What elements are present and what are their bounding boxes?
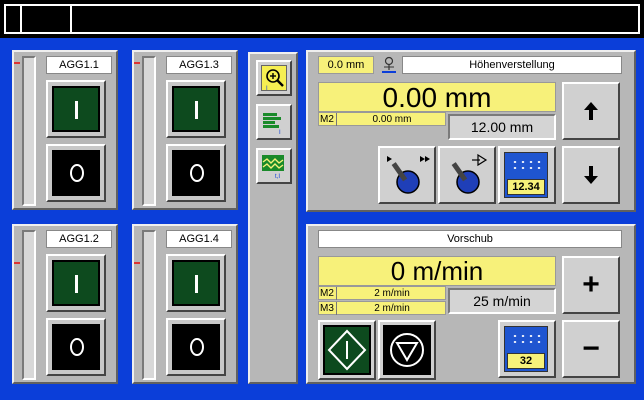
stop-icon <box>383 325 431 375</box>
off-button[interactable] <box>46 318 106 376</box>
minus-icon: − <box>582 332 600 365</box>
svg-text:I: I <box>279 130 281 135</box>
level-strip <box>22 230 36 380</box>
height-small-value: 0.0 mm <box>318 56 374 74</box>
trend-button[interactable]: t,I <box>256 148 292 184</box>
off-button[interactable] <box>166 144 226 202</box>
level-strip <box>142 230 156 380</box>
keypad-number: 32 <box>507 353 545 369</box>
level-marker <box>134 62 140 64</box>
m2-value: 0.00 mm <box>372 114 412 125</box>
m3-tag: M3 <box>319 302 337 315</box>
feed-panel: Vorschub 0 m/min M2 2 m/min M3 2 m/min 2… <box>306 224 636 384</box>
on-symbol-icon <box>195 101 198 119</box>
level-sensor-icon <box>378 55 400 75</box>
feed-main-value: 0 m/min <box>318 256 556 286</box>
m2-tag: M2 <box>319 287 337 300</box>
agg-card-1-3: AGG1.3 <box>132 50 238 210</box>
off-button[interactable] <box>46 144 106 202</box>
level-marker <box>14 62 20 64</box>
down-button[interactable] <box>562 146 620 204</box>
m3-value: 2 m/min <box>374 303 410 314</box>
plus-icon: + <box>582 268 600 301</box>
svg-text:t,I: t,I <box>275 174 280 179</box>
agg-label: AGG1.4 <box>166 230 232 248</box>
height-main-value: 0.00 mm <box>318 82 556 112</box>
list-button[interactable]: I <box>256 104 292 140</box>
feed-stop-button[interactable] <box>378 320 436 380</box>
keypad-number: 12.34 <box>507 179 545 195</box>
minus-button[interactable]: − <box>562 320 620 378</box>
feed-panel-title: Vorschub <box>318 230 622 248</box>
off-symbol-icon <box>190 164 204 182</box>
plus-button[interactable]: + <box>562 256 620 314</box>
off-symbol-icon <box>190 338 204 356</box>
key-switch-fast-icon <box>380 148 434 202</box>
feed-keypad-button[interactable]: 32 <box>498 320 556 378</box>
title-cell <box>20 4 72 34</box>
height-panel-title: Höhenverstellung <box>402 56 622 74</box>
on-button[interactable] <box>166 80 226 138</box>
start-icon <box>323 325 371 375</box>
title-frame <box>4 4 640 34</box>
on-symbol-icon <box>195 275 198 293</box>
svg-text:I: I <box>266 86 268 92</box>
feed-setpoint[interactable]: 25 m/min <box>448 288 556 314</box>
tool-column: I I t,I <box>248 52 298 384</box>
on-symbol-icon <box>75 275 78 293</box>
position-move-button[interactable] <box>438 146 496 204</box>
height-m2-line: M2 0.00 mm <box>318 112 446 126</box>
keypad-icon: 12.34 <box>504 152 548 198</box>
agg-label: AGG1.3 <box>166 56 232 74</box>
off-symbol-icon <box>70 164 84 182</box>
height-keypad-button[interactable]: 12.34 <box>498 146 556 204</box>
feed-start-button[interactable] <box>318 320 376 380</box>
keypad-icon: 32 <box>504 326 548 372</box>
level-marker <box>134 262 140 264</box>
height-setpoint[interactable]: 12.00 mm <box>448 114 556 140</box>
arrow-up-icon <box>564 84 618 138</box>
agg-card-1-1: AGG1.1 <box>12 50 118 210</box>
agg-label: AGG1.2 <box>46 230 112 248</box>
fast-move-button[interactable] <box>378 146 436 204</box>
off-button[interactable] <box>166 318 226 376</box>
off-symbol-icon <box>70 338 84 356</box>
on-symbol-icon <box>75 101 78 119</box>
agg-card-1-4: AGG1.4 <box>132 224 238 384</box>
m2-value: 2 m/min <box>374 288 410 299</box>
height-adjust-panel: 0.0 mm Höhenverstellung 0.00 mm M2 0.00 … <box>306 50 636 212</box>
zoom-in-icon: I <box>261 65 287 92</box>
on-button[interactable] <box>46 254 106 312</box>
on-button[interactable] <box>46 80 106 138</box>
level-strip <box>22 56 36 206</box>
level-marker <box>14 262 20 264</box>
feed-m3-line: M3 2 m/min <box>318 301 446 315</box>
key-switch-position-icon <box>440 148 494 202</box>
on-button[interactable] <box>166 254 226 312</box>
bar-list-icon: I <box>261 109 287 136</box>
feed-m2-line: M2 2 m/min <box>318 286 446 300</box>
agg-label: AGG1.1 <box>46 56 112 74</box>
arrow-down-icon <box>564 148 618 202</box>
zoom-button[interactable]: I <box>256 60 292 96</box>
waveform-icon: t,I <box>261 153 287 180</box>
title-bar <box>0 0 644 38</box>
agg-card-1-2: AGG1.2 <box>12 224 118 384</box>
level-strip <box>142 56 156 206</box>
up-button[interactable] <box>562 82 620 140</box>
m2-tag: M2 <box>319 113 337 126</box>
